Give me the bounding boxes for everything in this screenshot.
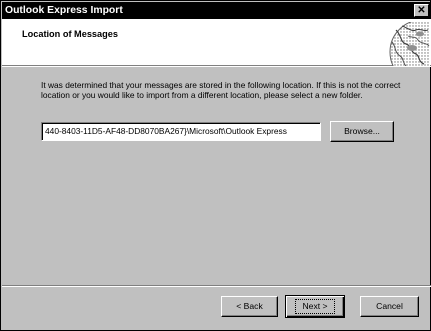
wizard-header: Location of Messages (2, 19, 431, 66)
title-bar: Outlook Express Import ✕ (2, 2, 431, 19)
header-divider (2, 66, 431, 67)
close-button[interactable]: ✕ (414, 4, 429, 17)
back-button[interactable]: < Back (221, 296, 278, 317)
message-location-field[interactable]: 440-8403-11D5-AF48-DD8070BA267}\Microsof… (41, 122, 321, 141)
globe-icon (389, 22, 430, 66)
footer-separator (2, 285, 431, 287)
next-button-label: Next > (295, 299, 335, 314)
next-button[interactable]: Next > (285, 295, 345, 318)
location-description: It was determined that your messages are… (41, 80, 401, 100)
browse-button[interactable]: Browse... (330, 121, 394, 142)
close-icon: ✕ (417, 5, 426, 16)
import-wizard-window: Outlook Express Import ✕ Location of Mes… (0, 0, 431, 331)
window-title: Outlook Express Import (5, 5, 123, 16)
page-title: Location of Messages (22, 29, 118, 39)
cancel-button[interactable]: Cancel (360, 296, 419, 317)
